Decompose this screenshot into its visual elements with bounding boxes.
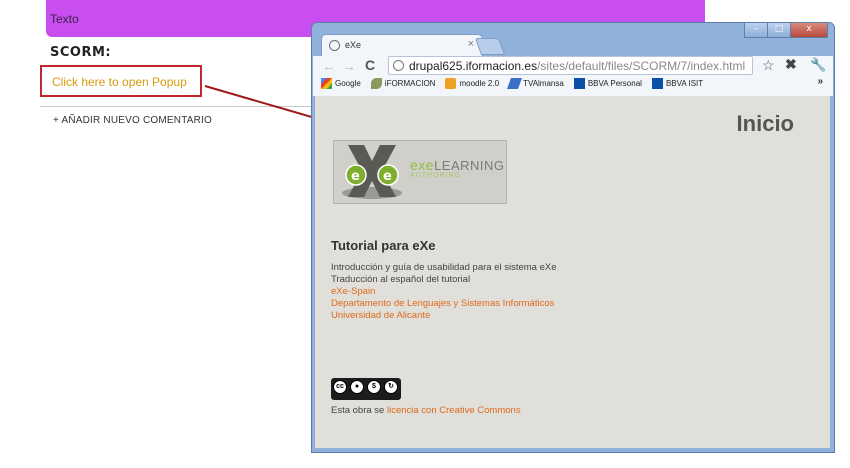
add-comment-link[interactable]: + AÑADIR NUEVO COMENTARIO — [53, 115, 212, 126]
license-link[interactable]: licencia con Creative Commons — [387, 405, 521, 416]
minimize-button[interactable]: – — [744, 22, 768, 38]
description-text: Introducción y guía de usabilidad para e… — [331, 262, 557, 286]
more-bookmarks-icon[interactable]: » — [817, 76, 823, 87]
exe-logo-icon: e e — [342, 145, 402, 199]
tv-icon — [507, 78, 523, 89]
exe-logo: e e exeLEARNING AUTHORING — [333, 140, 507, 204]
close-window-button[interactable]: x — [790, 22, 828, 38]
bank-icon — [651, 78, 663, 89]
exe-spain-link[interactable]: eXe-Spain — [331, 286, 375, 298]
cc-icon: cc — [333, 380, 347, 394]
browser-window: – □ x eXe × ← → C drupal625.iformacion.e… — [311, 22, 835, 453]
browser-tab[interactable]: eXe × — [321, 34, 483, 57]
maximize-button[interactable]: □ — [767, 22, 791, 38]
back-arrow-icon[interactable]: ← — [322, 58, 336, 74]
svg-text:e: e — [383, 169, 392, 184]
reload-icon[interactable]: C — [365, 57, 375, 73]
sa-icon: ↻ — [384, 380, 398, 394]
bookmark-star-icon[interactable]: ☆ — [762, 57, 775, 74]
bookmark-bbva-personal[interactable]: BBVA Personal — [573, 78, 642, 89]
university-link[interactable]: Universidad de Alicante — [331, 310, 430, 322]
department-link[interactable]: Departamento de Lenguajes y Sistemas Inf… — [331, 298, 554, 310]
tutorial-heading: Tutorial para eXe — [331, 238, 436, 253]
tab-close-icon[interactable]: × — [468, 38, 474, 50]
bookmark-tvalmansa[interactable]: TVAlmansa — [507, 78, 564, 89]
svg-text:e: e — [351, 169, 360, 184]
scorm-heading: SCORM: — [50, 45, 112, 60]
description-line: Introducción y guía de usabilidad para e… — [331, 262, 557, 273]
browser-toolbar: ← → C drupal625.iformacion.es/sites/defa… — [313, 56, 833, 96]
stop-icon[interactable]: ✖ — [785, 56, 797, 73]
bookmarks-bar: Google iFORMACION moodle 2.0 TVAlmansa B… — [321, 78, 713, 89]
page-title: Inicio — [736, 111, 794, 136]
logo-subtitle: AUTHORING — [410, 172, 461, 179]
bookmark-iformacion[interactable]: iFORMACION — [370, 78, 435, 89]
bookmark-bbva-isit[interactable]: BBVA ISIT — [651, 78, 703, 89]
divider — [40, 106, 314, 107]
url-text: drupal625.iformacion.es/sites/default/fi… — [409, 59, 746, 73]
bookmark-google[interactable]: Google — [321, 78, 361, 89]
page-content: Inicio e e exeLEARNING AUTHORING Tutoria… — [315, 96, 830, 448]
creative-commons-badge[interactable]: cc ● $ ↻ — [331, 378, 401, 400]
license-text: Esta obra se licencia con Creative Commo… — [331, 405, 521, 416]
wrench-icon[interactable]: 🔧 — [810, 57, 826, 73]
page-icon — [393, 60, 404, 71]
banner-text: Texto — [50, 12, 79, 26]
leaf-icon — [370, 78, 382, 89]
google-icon — [321, 78, 332, 89]
popup-link-highlight: Click here to open Popup — [40, 65, 202, 97]
window-controls: – □ x — [744, 22, 828, 38]
new-tab-button[interactable] — [474, 38, 506, 55]
by-icon: ● — [350, 380, 364, 394]
description-line: Traducción al español del tutorial — [331, 274, 471, 285]
tab-title: eXe — [345, 40, 362, 50]
bank-icon — [573, 78, 585, 89]
moodle-icon — [445, 78, 457, 89]
forward-arrow-icon[interactable]: → — [342, 58, 356, 74]
address-bar[interactable]: drupal625.iformacion.es/sites/default/fi… — [388, 56, 753, 75]
nc-icon: $ — [367, 380, 381, 394]
open-popup-link[interactable]: Click here to open Popup — [52, 75, 187, 89]
logo-wordmark: exeLEARNING — [410, 157, 505, 173]
bookmark-moodle[interactable]: moodle 2.0 — [445, 78, 499, 89]
globe-icon — [329, 40, 340, 51]
